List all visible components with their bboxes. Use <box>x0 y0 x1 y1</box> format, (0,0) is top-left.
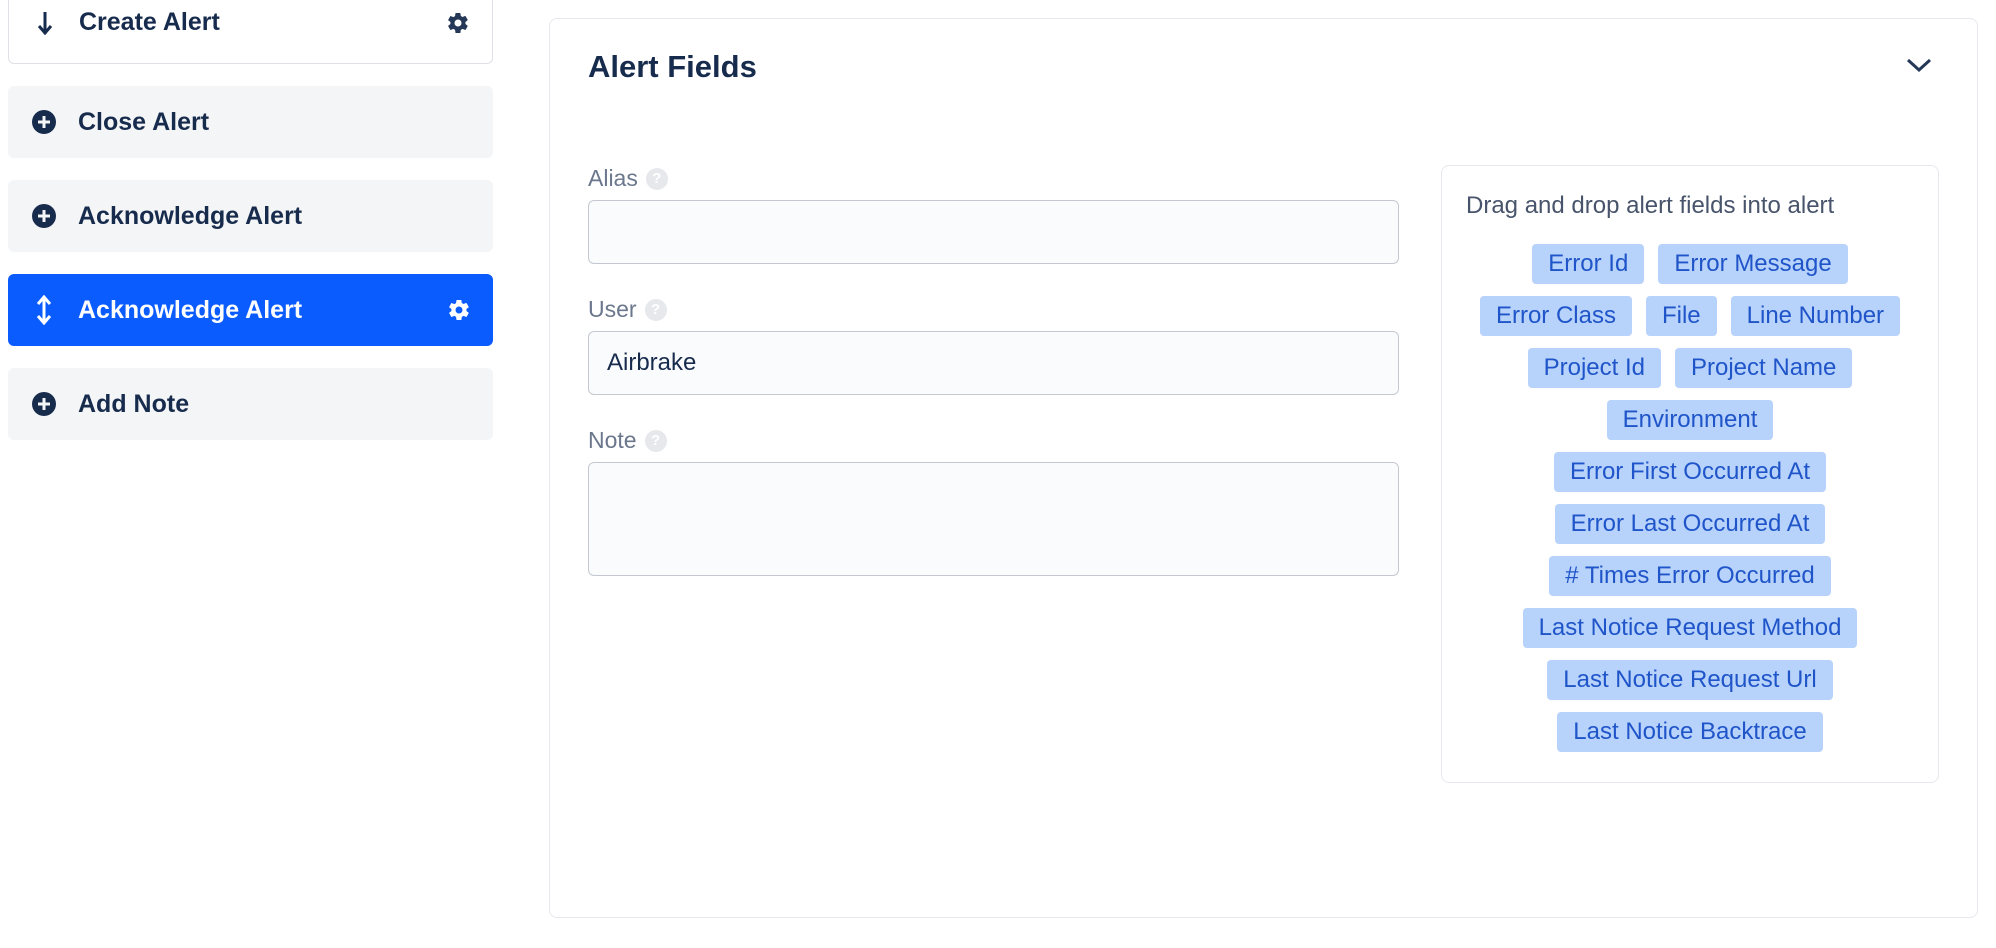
palette-tag[interactable]: # Times Error Occurred <box>1549 556 1830 596</box>
sidebar-item-create-alert[interactable]: Create Alert <box>8 0 493 64</box>
sidebar-item-close-alert[interactable]: Close Alert <box>8 86 493 158</box>
alert-fields-panel: Alert Fields Alias ? U <box>549 18 1978 918</box>
palette-tag[interactable]: Last Notice Request Method <box>1523 608 1858 648</box>
plus-circle-icon <box>30 109 58 135</box>
gear-icon[interactable] <box>447 298 471 322</box>
sidebar-item-acknowledge-alert[interactable]: Acknowledge Alert <box>8 180 493 252</box>
note-input[interactable] <box>588 462 1399 576</box>
palette-tag[interactable]: Error First Occurred At <box>1554 452 1826 492</box>
collapse-toggle[interactable] <box>1905 56 1939 79</box>
sidebar-item-label: Create Alert <box>79 8 220 37</box>
user-label: User <box>588 296 637 323</box>
user-field: User ? <box>588 296 1399 395</box>
plus-circle-icon <box>30 391 58 417</box>
sidebar-item-label: Acknowledge Alert <box>78 296 302 325</box>
sidebar-item-label: Acknowledge Alert <box>78 202 302 231</box>
sidebar-item-label: Add Note <box>78 390 189 419</box>
plus-circle-icon <box>30 203 58 229</box>
user-input[interactable] <box>588 331 1399 395</box>
palette-tag[interactable]: Error Message <box>1658 244 1847 284</box>
palette-tag[interactable]: Line Number <box>1731 296 1900 336</box>
actions-sidebar: Create Alert Close Alert <box>8 0 493 440</box>
palette-tag[interactable]: Error Id <box>1532 244 1644 284</box>
palette-tag[interactable]: Error Last Occurred At <box>1555 504 1826 544</box>
gear-icon[interactable] <box>446 11 470 35</box>
palette-tag[interactable]: Project Name <box>1675 348 1852 388</box>
updown-arrow-icon <box>30 295 58 325</box>
note-label: Note <box>588 427 637 454</box>
palette-tag[interactable]: File <box>1646 296 1717 336</box>
palette-tag[interactable]: Project Id <box>1528 348 1661 388</box>
palette-tag[interactable]: Last Notice Backtrace <box>1557 712 1822 752</box>
alert-fields-palette: Drag and drop alert fields into alert Er… <box>1441 165 1939 783</box>
help-icon[interactable]: ? <box>646 168 668 190</box>
alias-field: Alias ? <box>588 165 1399 264</box>
palette-tags: Error Id Error Message Error Class File Line… <box>1466 244 1914 752</box>
panel-title: Alert Fields <box>588 49 757 85</box>
help-icon[interactable]: ? <box>645 299 667 321</box>
help-icon[interactable]: ? <box>645 430 667 452</box>
sidebar-item-acknowledge-alert-selected[interactable]: Acknowledge Alert <box>8 274 493 346</box>
alert-fields-form: Alias ? User ? Note ? <box>588 165 1399 783</box>
palette-tag[interactable]: Environment <box>1607 400 1774 440</box>
palette-tag[interactable]: Last Notice Request Url <box>1547 660 1832 700</box>
sidebar-item-label: Close Alert <box>78 108 209 137</box>
palette-tag[interactable]: Error Class <box>1480 296 1632 336</box>
alias-label: Alias <box>588 165 638 192</box>
palette-title: Drag and drop alert fields into alert <box>1466 190 1914 222</box>
down-arrow-icon <box>31 11 59 35</box>
sidebar-item-add-note[interactable]: Add Note <box>8 368 493 440</box>
alias-input[interactable] <box>588 200 1399 264</box>
chevron-down-icon <box>1905 56 1933 74</box>
note-field: Note ? <box>588 427 1399 581</box>
